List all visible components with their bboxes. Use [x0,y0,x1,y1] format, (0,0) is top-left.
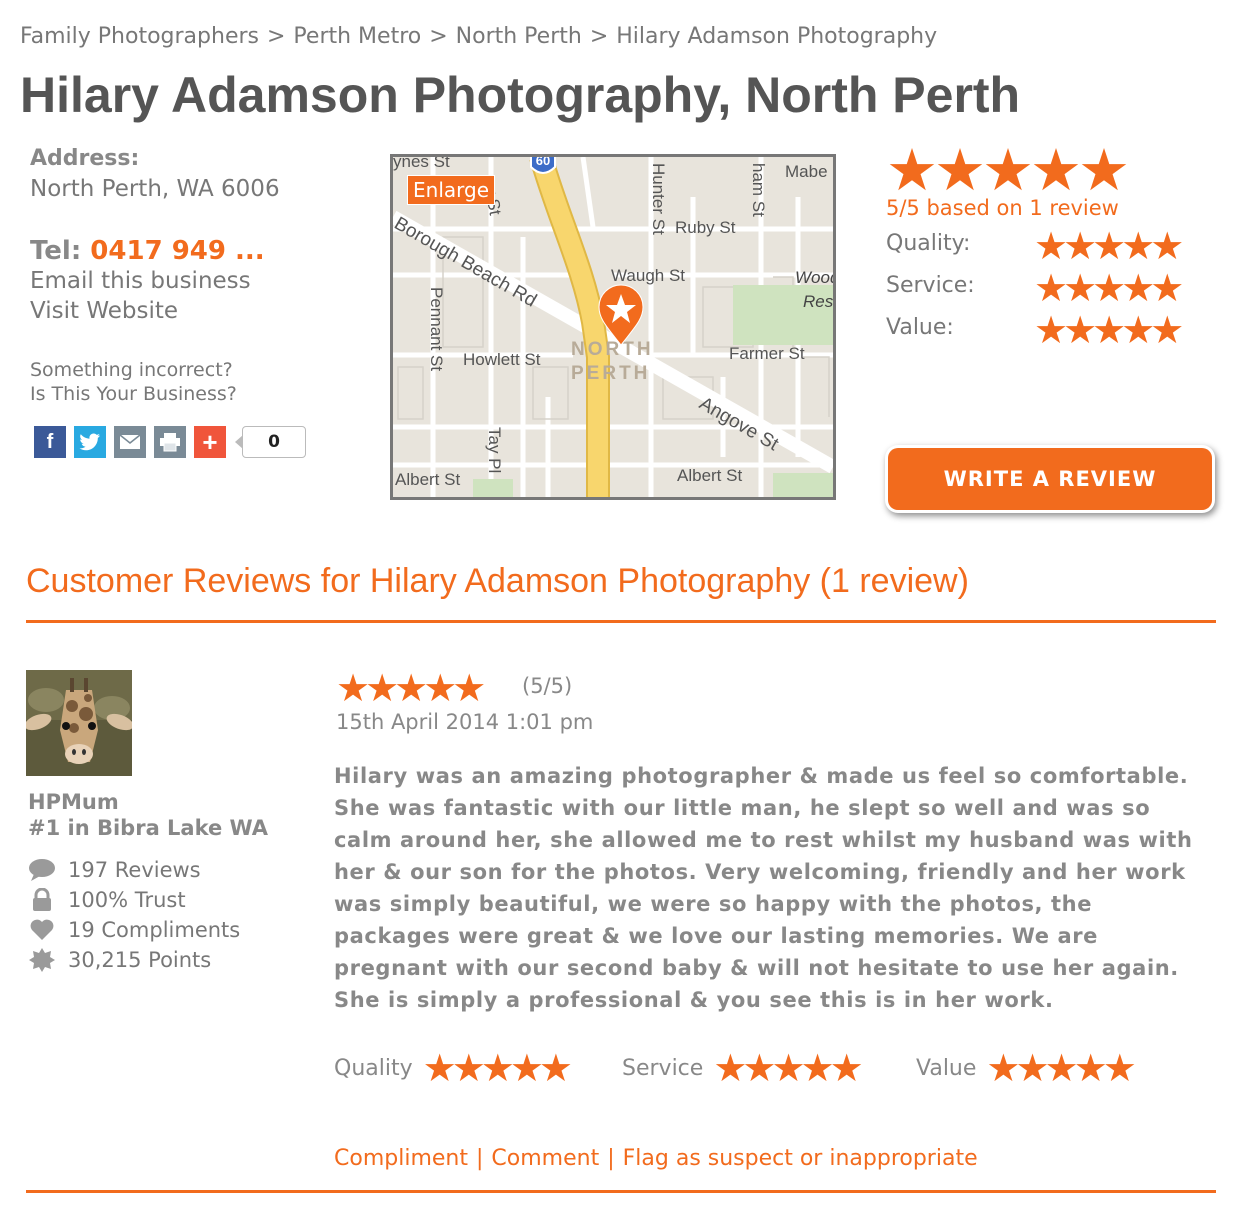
review-date: 15th April 2014 1:01 pm [336,710,594,734]
value-label: Value: [886,315,954,340]
page-title: Hilary Adamson Photography, North Perth [20,67,1021,123]
claim-business-link[interactable]: Is This Your Business? [30,383,237,405]
lock-icon [28,888,56,912]
reviewer-points: 30,215 Points [28,948,211,972]
review-text: Hilary was an amazing photographer & mad… [334,764,1193,1012]
avatar[interactable] [26,670,132,776]
review-quality-label: Quality [334,1055,413,1081]
map-street-label: Pennant St [427,287,446,371]
review-service-stars: ★★★★★ [713,1046,863,1090]
share-bar: f + 0 [34,426,306,458]
write-review-button[interactable]: WRITE A REVIEW [888,448,1212,510]
review-service-label: Service [622,1055,704,1081]
badge-icon [28,948,56,972]
divider [26,1190,1216,1193]
location-map[interactable]: 60 Mabe Hunter St Ruby St Waugh St Wood … [390,154,836,500]
reviews-heading: Customer Reviews for Hilary Adamson Phot… [26,562,969,600]
map-park-label: Wood [795,268,833,287]
separator: | [475,1146,484,1171]
comment-link[interactable]: Comment [491,1146,599,1171]
print-icon[interactable] [154,426,186,458]
service-stars: ★★★★★ [1034,266,1184,310]
map-street-label: Farmer St [729,344,805,363]
compliment-link[interactable]: Compliment [334,1146,468,1171]
map-park-label: Res [803,292,833,311]
map-area-label: PERTH [571,363,650,384]
map-street-label: Tay Pl [485,427,504,473]
something-incorrect-link[interactable]: Something incorrect? [30,359,233,381]
map-image: 60 Mabe Hunter St Ruby St Waugh St Wood … [393,157,833,497]
map-street-label: Waugh St [611,266,685,285]
email-business-link[interactable]: Email this business [30,268,251,294]
breadcrumb-current: Hilary Adamson Photography [616,24,938,49]
review-value-stars: ★★★★★ [986,1046,1136,1090]
breadcrumb-family-photographers[interactable]: Family Photographers [20,24,259,49]
review-quality-stars: ★★★★★ [422,1046,573,1090]
review-quality-rating: Quality ★★★★★ [334,1046,573,1090]
twitter-icon[interactable] [74,426,106,458]
quality-label: Quality: [886,231,971,256]
breadcrumb-separator: > [429,24,448,49]
map-street-label: Albert St [677,466,742,485]
reviewer-trust: 100% Trust [28,888,186,912]
breadcrumb-perth-metro[interactable]: Perth Metro [293,24,421,49]
separator: | [607,1146,615,1171]
breadcrumb-separator: > [266,24,286,49]
map-street-label: Albert St [395,470,460,489]
overall-rating-stars: ★★★★★ [886,136,1130,204]
review-value-label: Value [916,1055,977,1081]
compliments-text: 19 Compliments [68,918,241,942]
tel-number[interactable]: 0417 949 ... [90,236,264,266]
map-enlarge-button[interactable]: Enlarge [407,175,495,205]
breadcrumb: Family Photographers > Perth Metro > North P… [20,24,937,49]
tel-label: Tel: [30,236,82,266]
review-actions: Compliment | Comment | Flag as suspect or in… [334,1146,978,1171]
map-area-label: NORTH [571,339,654,360]
map-street-label: Hunter St [649,163,668,235]
share-count: 0 [235,426,306,458]
reviewer-name[interactable]: HPMum [28,790,119,814]
trust-text: 100% Trust [68,888,186,912]
address-value: North Perth, WA 6006 [30,176,280,202]
map-street-label: Ruby St [675,218,736,237]
divider [26,620,1216,623]
breadcrumb-separator: > [589,24,609,49]
facebook-icon[interactable]: f [34,426,66,458]
address-label: Address: [30,146,140,171]
service-label: Service: [886,273,975,298]
map-highway-shield: 60 [536,157,550,168]
value-stars: ★★★★★ [1034,308,1184,352]
reviewer-compliments: 19 Compliments [28,918,240,942]
reviews-count-text: 197 Reviews [68,858,201,882]
map-street-label: Howlett St [463,350,541,369]
points-text: 30,215 Points [68,948,212,972]
quality-stars: ★★★★★ [1034,224,1184,268]
email-icon[interactable] [114,426,146,458]
map-street-label: ham St [749,163,768,217]
review-stars: ★★★★★ [336,666,486,710]
flag-link[interactable]: Flag as suspect or inappropriate [623,1146,978,1171]
map-street-label: Mabe [785,162,828,181]
plus-icon[interactable]: + [194,426,226,458]
heart-icon [28,918,56,942]
rating-summary-text: 5/5 based on 1 review [886,196,1119,220]
map-street-label: ynes St [393,157,450,171]
review-service-rating: Service ★★★★★ [622,1046,864,1090]
reviewer-rank: #1 in Bibra Lake WA [28,816,269,840]
visit-website-link[interactable]: Visit Website [30,298,178,324]
reviewer-reviews-count: 197 Reviews [28,858,201,882]
breadcrumb-north-perth[interactable]: North Perth [456,24,582,49]
telephone: Tel: 0417 949 ... [30,236,265,266]
review-score: (5/5) [522,674,573,698]
speech-bubble-icon [28,858,56,882]
review-value-rating: Value ★★★★★ [916,1046,1137,1090]
